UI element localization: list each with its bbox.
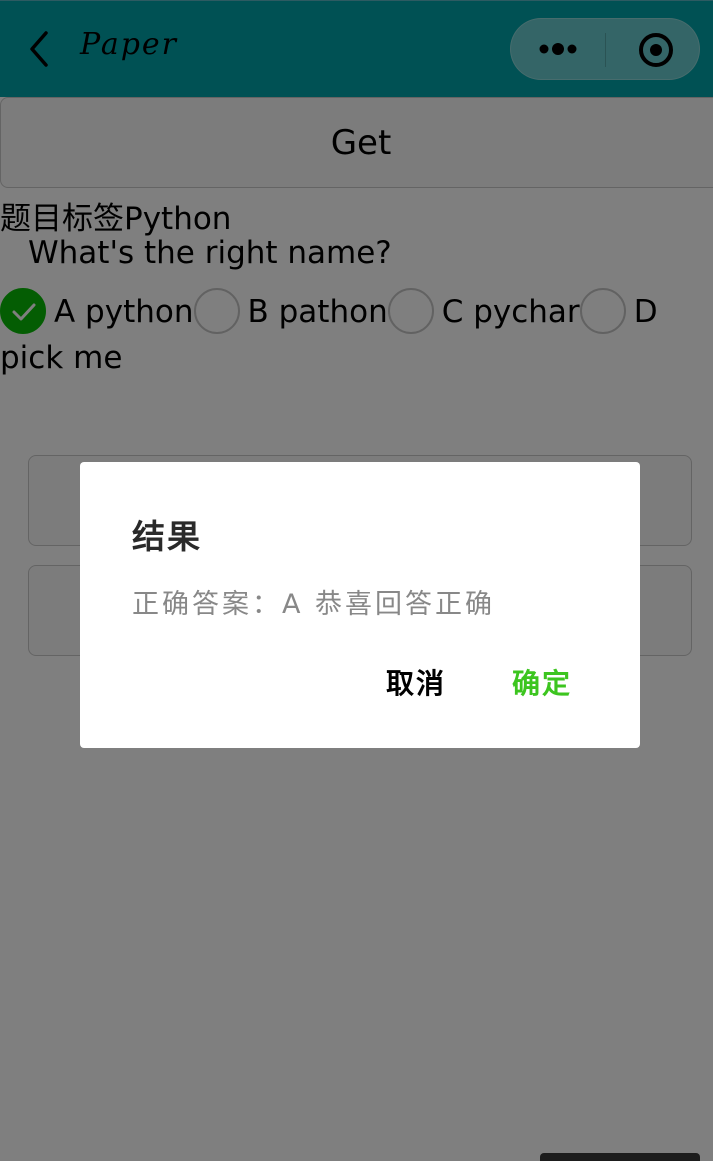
- dialog-title: 结果: [132, 517, 202, 556]
- result-dialog: 结果 正确答案：A 恭喜回答正确 取消 确定: [80, 462, 640, 748]
- cancel-button[interactable]: 取消: [374, 658, 458, 710]
- dialog-content: 正确答案：A 恭喜回答正确: [132, 589, 496, 620]
- confirm-button[interactable]: 确定: [500, 658, 584, 710]
